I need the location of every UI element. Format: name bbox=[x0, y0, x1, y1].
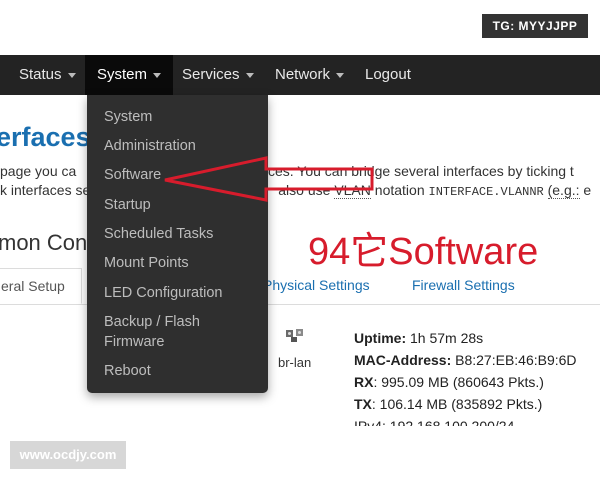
menu-item-startup[interactable]: Startup bbox=[104, 195, 151, 215]
desc-tail: e bbox=[583, 182, 592, 198]
tx-value: : 106.14 MB (835892 Pkts.) bbox=[371, 396, 543, 412]
uptime-row: Uptime: 1h 57m 28s bbox=[354, 330, 483, 346]
desc-text-left-2: k interfaces se bbox=[0, 182, 91, 198]
interface-vlan-code: INTERFACE.VLANNR bbox=[428, 185, 544, 199]
tab-general-setup[interactable]: eral Setup bbox=[0, 268, 82, 304]
menu-item-reboot[interactable]: Reboot bbox=[104, 361, 151, 381]
chevron-down-icon bbox=[245, 72, 254, 78]
menu-item-led-configuration[interactable]: LED Configuration bbox=[104, 283, 223, 303]
nav-system-label: System bbox=[97, 66, 148, 83]
tab-firewall-settings[interactable]: Firewall Settings bbox=[412, 268, 515, 304]
nav-status-label: Status bbox=[19, 66, 62, 83]
tx-label: TX bbox=[354, 396, 372, 412]
desc-text-left: page you ca bbox=[0, 163, 77, 179]
chevron-down-icon bbox=[153, 72, 162, 78]
nav-status[interactable]: Status bbox=[19, 55, 76, 95]
footer-watermark: www.ocdjy.com bbox=[10, 441, 126, 469]
nav-logout[interactable]: Logout bbox=[365, 55, 411, 95]
desc-also-use: also use bbox=[278, 182, 331, 198]
mac-row: MAC-Address: B8:27:EB:46:B9:6D bbox=[354, 352, 577, 368]
menu-item-software[interactable]: Software bbox=[104, 165, 161, 185]
rx-value: : 995.09 MB (860643 Pkts.) bbox=[373, 374, 544, 390]
nav-network-label: Network bbox=[275, 66, 331, 83]
ipv4-row-partial: IPv4: 192.168.100.200/24 bbox=[354, 418, 515, 426]
chevron-down-icon bbox=[67, 72, 76, 78]
example-abbr: (e.g.: bbox=[547, 182, 580, 199]
menu-item-system[interactable]: System bbox=[104, 107, 152, 127]
desc-notation: notation bbox=[374, 182, 425, 198]
top-navbar: Status System Services Network Logout bbox=[0, 55, 600, 95]
vlan-abbr: VLAN bbox=[334, 182, 371, 199]
system-dropdown-menu: System Administration Software Startup S… bbox=[87, 95, 268, 393]
nav-system[interactable]: System bbox=[85, 55, 174, 95]
nav-network[interactable]: Network bbox=[275, 55, 345, 95]
desc-text-right: faces. You can bridge several interfaces… bbox=[256, 163, 574, 179]
section-title: mon Con bbox=[0, 230, 88, 255]
menu-item-backup-flash-firmware[interactable]: Backup / Flash Firmware bbox=[104, 312, 254, 352]
tx-row: TX: 106.14 MB (835892 Pkts.) bbox=[354, 396, 542, 412]
menu-item-mount-points[interactable]: Mount Points bbox=[104, 253, 189, 273]
uptime-label: Uptime: bbox=[354, 330, 407, 346]
menu-item-backup-line-1: Backup / Flash bbox=[104, 314, 200, 330]
tab-physical-settings[interactable]: Physical Settings bbox=[263, 268, 370, 304]
mac-label: MAC-Address: bbox=[354, 352, 452, 368]
menu-item-scheduled-tasks[interactable]: Scheduled Tasks bbox=[104, 224, 213, 244]
watermark-tag: TG: MYYJJPP bbox=[482, 14, 588, 38]
chevron-down-icon bbox=[336, 72, 345, 78]
interface-name: br-lan bbox=[278, 355, 312, 370]
nav-services[interactable]: Services bbox=[182, 55, 254, 95]
page-title: erfaces bbox=[0, 122, 91, 152]
annotation-overlay: 94它Software bbox=[308, 231, 539, 273]
uptime-value: 1h 57m 28s bbox=[406, 330, 484, 346]
network-interface-icon bbox=[286, 329, 303, 342]
rx-label: RX bbox=[354, 374, 374, 390]
menu-item-backup-line-2: Firmware bbox=[104, 334, 165, 350]
rx-row: RX: 995.09 MB (860643 Pkts.) bbox=[354, 374, 544, 390]
menu-item-administration[interactable]: Administration bbox=[104, 136, 196, 156]
nav-services-label: Services bbox=[182, 66, 240, 83]
mac-value: B8:27:EB:46:B9:6D bbox=[451, 352, 577, 368]
nav-logout-label: Logout bbox=[365, 66, 411, 83]
